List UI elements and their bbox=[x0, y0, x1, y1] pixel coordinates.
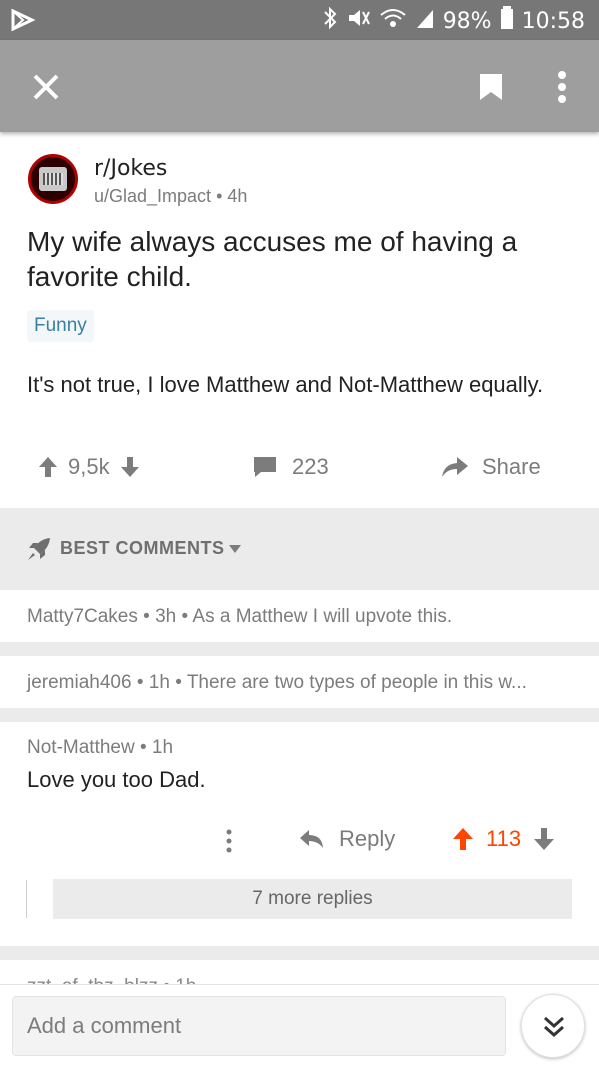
bookmark-icon[interactable] bbox=[478, 72, 504, 102]
sort-label: BEST COMMENTS bbox=[60, 538, 225, 558]
comment-age: 1h bbox=[148, 672, 170, 693]
share-label: Share bbox=[482, 454, 541, 479]
divider bbox=[0, 642, 599, 656]
upvote-icon[interactable] bbox=[452, 827, 474, 851]
comment-collapsed[interactable]: zzt_af_tbz_blzz • 1h bbox=[27, 974, 196, 984]
divider bbox=[0, 708, 599, 722]
post-score: 9,5k bbox=[68, 454, 110, 479]
post-meta: u/Glad_Impact • 4h bbox=[94, 186, 247, 207]
meta-dot: • bbox=[169, 672, 187, 693]
post-flair[interactable]: Funny bbox=[27, 310, 94, 342]
upvote-icon[interactable] bbox=[38, 456, 58, 478]
post-title: My wife always accuses me of having a fa… bbox=[27, 226, 518, 292]
post-age: 4h bbox=[227, 186, 248, 206]
comment-count: 223 bbox=[292, 454, 329, 479]
meta-dot: • bbox=[131, 672, 149, 693]
subreddit-name[interactable]: r/Jokes bbox=[94, 156, 167, 181]
post-actions: 9,5k 223 Share bbox=[0, 448, 599, 490]
comment-author[interactable]: Matty7Cakes bbox=[27, 606, 138, 627]
comments-sort-bar[interactable]: BEST COMMENTS bbox=[0, 508, 599, 590]
post-author[interactable]: u/Glad_Impact bbox=[94, 186, 211, 206]
thread-line bbox=[26, 880, 27, 918]
close-icon[interactable] bbox=[30, 71, 62, 103]
mute-icon bbox=[345, 6, 371, 36]
comment-author[interactable]: jeremiah406 bbox=[27, 672, 132, 693]
overflow-menu-icon[interactable] bbox=[552, 70, 572, 104]
status-bar: 98% 10:58 bbox=[0, 0, 599, 40]
meta-dot: • bbox=[137, 606, 156, 627]
meta-dot: • bbox=[134, 737, 152, 758]
meta-dot: • bbox=[216, 186, 228, 206]
battery-percent: 98% bbox=[442, 8, 492, 34]
comments-button[interactable]: 223 bbox=[252, 454, 329, 480]
double-chevron-down-icon bbox=[544, 1016, 564, 1038]
comment-author[interactable]: zzt_af_tbz_blzz bbox=[27, 976, 158, 984]
comment-overflow-icon[interactable] bbox=[223, 828, 235, 854]
meta-dot: • bbox=[158, 976, 175, 984]
comment-age: 3h bbox=[155, 606, 177, 627]
reply-button[interactable]: Reply bbox=[299, 826, 395, 852]
downvote-icon[interactable] bbox=[533, 827, 555, 851]
post-body: It's not true, I love Matthew and Not-Ma… bbox=[27, 372, 544, 397]
comment-icon bbox=[254, 457, 276, 477]
comment-vote-group: 113 bbox=[452, 826, 555, 852]
reply-icon bbox=[300, 830, 323, 848]
downvote-icon[interactable] bbox=[120, 456, 140, 478]
rocket-icon bbox=[28, 538, 50, 560]
comment-meta: Not-Matthew • 1h bbox=[27, 737, 173, 759]
compose-bar: Add a comment bbox=[0, 984, 599, 1065]
share-icon bbox=[442, 457, 468, 477]
add-comment-input[interactable]: Add a comment bbox=[12, 996, 506, 1056]
play-store-icon bbox=[11, 8, 36, 32]
bluetooth-icon bbox=[323, 6, 337, 36]
wifi-icon bbox=[379, 6, 407, 36]
comment-collapsed[interactable]: jeremiah406 • 1h • There are two types o… bbox=[0, 656, 599, 708]
post-header: r/Jokes u/Glad_Impact • 4h bbox=[28, 154, 568, 206]
meta-dot: • bbox=[176, 606, 193, 627]
chevron-down-icon bbox=[229, 545, 241, 553]
comment-age: 1h bbox=[175, 976, 196, 984]
comment-score: 113 bbox=[486, 826, 522, 851]
reply-label: Reply bbox=[339, 826, 396, 851]
vote-group: 9,5k bbox=[38, 454, 140, 480]
clock: 10:58 bbox=[521, 8, 585, 34]
comment-actions: Reply 113 bbox=[0, 822, 599, 858]
more-replies-button[interactable]: 7 more replies bbox=[53, 879, 572, 919]
comment-body: Love you too Dad. bbox=[27, 767, 206, 792]
comment-collapsed[interactable]: Matty7Cakes • 3h • As a Matthew I will u… bbox=[0, 590, 599, 642]
share-button[interactable]: Share bbox=[440, 454, 541, 480]
battery-icon bbox=[500, 6, 514, 36]
comment-age: 1h bbox=[151, 737, 174, 758]
divider bbox=[0, 946, 599, 960]
comment-author[interactable]: Not-Matthew bbox=[27, 737, 135, 758]
comment-preview: There are two types of people in this w.… bbox=[186, 672, 527, 693]
comment-preview: As a Matthew I will upvote this. bbox=[192, 606, 453, 627]
subreddit-avatar[interactable] bbox=[28, 154, 78, 204]
scroll-next-button[interactable] bbox=[521, 994, 585, 1058]
app-bar bbox=[0, 40, 599, 132]
signal-icon bbox=[415, 6, 435, 36]
